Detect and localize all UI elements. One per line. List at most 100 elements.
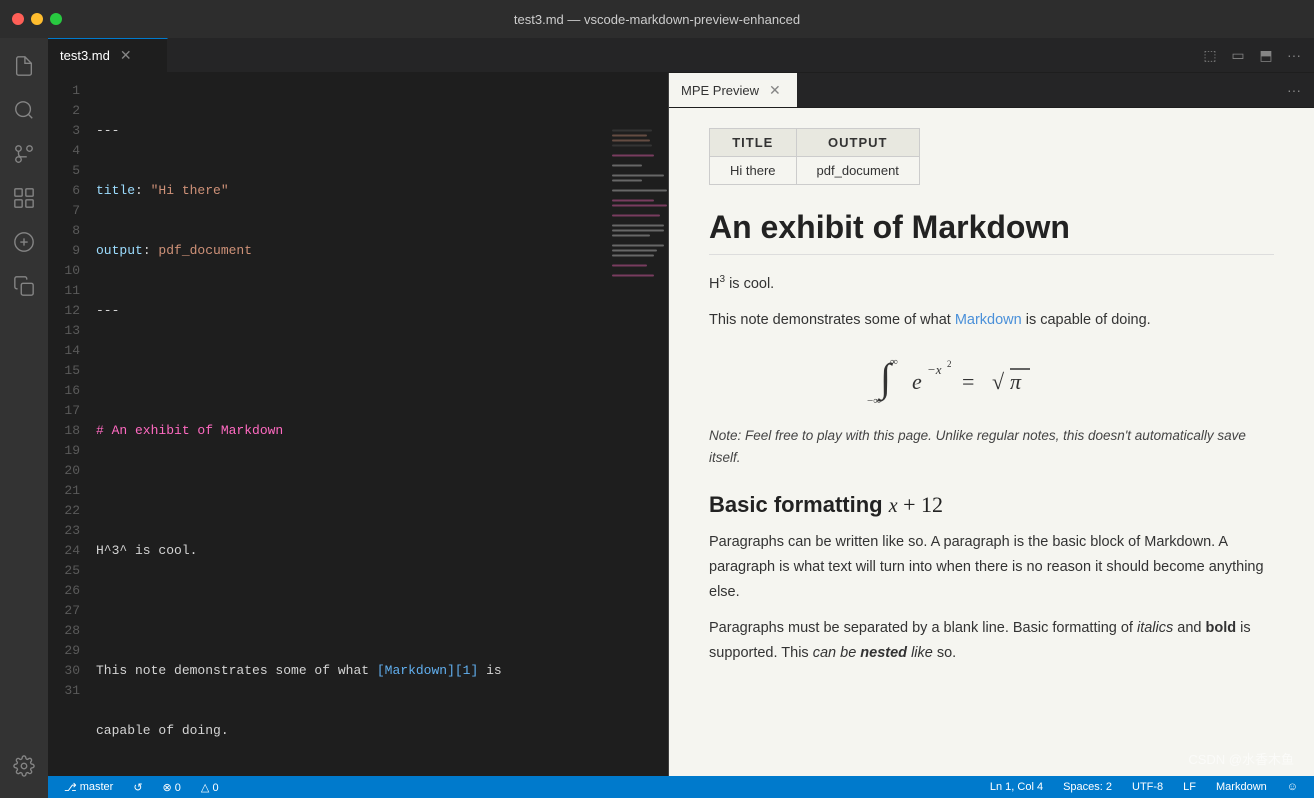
code-line: --- [88,121,608,141]
branch-status[interactable]: ⎇ master [60,781,117,794]
files-icon[interactable] [4,46,44,86]
preview-para2-bold: bold [1206,620,1237,636]
errors-status[interactable]: ⊗ 0 [159,781,185,794]
remote-icon[interactable] [4,222,44,262]
tab-actions: ⬚ ▭ ⬒ ··· [1198,38,1314,72]
code-line: output: pdf_document [88,241,608,261]
preview-h2-plus: + 12 [898,492,943,517]
traffic-lights [12,13,62,25]
encoding-text: UTF-8 [1132,781,1163,793]
encoding-status[interactable]: UTF-8 [1128,781,1167,793]
minimap [608,73,668,776]
preview-more-actions[interactable]: ··· [1282,78,1306,102]
tab-label: test3.md [60,48,110,63]
minimize-button[interactable] [31,13,43,25]
code-line: --- [88,301,608,321]
svg-text:π: π [1010,369,1022,394]
code-line [88,481,608,501]
preview-tab[interactable]: MPE Preview ✕ [669,73,797,107]
preview-h3-text: H [709,276,719,292]
preview-heading2: Basic formatting x + 12 [709,492,1274,518]
content-panels: 12345 678910 1112131415 1617181920 21222… [48,73,1314,776]
code-line: # An exhibit of Markdown [88,421,608,441]
titlebar: test3.md — vscode-markdown-preview-enhan… [0,0,1314,38]
preview-para2-pre: Paragraphs must be separated by a blank … [709,620,1137,636]
preview-panel: MPE Preview ✕ ··· TITLE OUTPUT [668,73,1314,776]
preview-para1: Paragraphs can be written like so. A par… [709,530,1274,604]
preview-h2-text: Basic formatting [709,492,889,517]
language-text: Markdown [1216,781,1267,793]
search-icon[interactable] [4,90,44,130]
code-line: H^3^ is cool. [88,541,608,561]
editor-panel[interactable]: 12345 678910 1112131415 1617181920 21222… [48,73,668,776]
svg-text:−x: −x [927,362,942,377]
code-line [88,361,608,381]
preview-para2-nested-bold: nested [860,645,907,661]
git-branch-icon: ⎇ [64,781,77,794]
maximize-button[interactable] [50,13,62,25]
more-actions-button[interactable]: ··· [1282,43,1306,67]
svg-text:e: e [912,369,922,394]
copy-icon[interactable] [4,266,44,306]
code-content[interactable]: --- title: "Hi there" output: pdf_docume… [88,73,608,776]
yaml-header-output: OUTPUT [796,129,919,157]
editor-area: test3.md ✕ ⬚ ▭ ⬒ ··· 12345 678910 111213… [48,38,1314,798]
preview-h2-math: x [889,495,898,517]
toggle-sidebar-button[interactable]: ▭ [1226,43,1250,67]
main-layout: test3.md ✕ ⬚ ▭ ⬒ ··· 12345 678910 111213… [0,38,1314,798]
ln-col-status[interactable]: Ln 1, Col 4 [986,781,1047,793]
warnings-text: △ 0 [201,781,219,794]
svg-text:√: √ [992,369,1005,394]
window-title: test3.md — vscode-markdown-preview-enhan… [514,12,800,27]
preview-para2-so: so. [933,645,956,661]
yaml-header-title: TITLE [710,129,797,157]
svg-text:−∞: −∞ [867,395,881,407]
preview-h3-rest: is cool. [725,276,774,292]
tab-bar: test3.md ✕ ⬚ ▭ ⬒ ··· [48,38,1314,73]
preview-note: Note: Feel free to play with this page. … [709,425,1274,468]
preview-markdown-link[interactable]: Markdown [955,312,1022,328]
split-editor-button[interactable]: ⬒ [1254,43,1278,67]
close-button[interactable] [12,13,24,25]
preview-link-para: This note demonstrates some of what Mark… [709,308,1274,333]
editor-content: 12345 678910 1112131415 1617181920 21222… [48,73,668,776]
preview-tab-close[interactable]: ✕ [765,80,785,101]
preview-para2-end: like [907,645,933,661]
yaml-row: Hi there pdf_document [710,157,920,185]
preview-para2: Paragraphs must be separated by a blank … [709,616,1274,665]
branch-name: master [80,781,114,793]
warnings-status[interactable]: △ 0 [197,781,223,794]
smiley-icon: ☺ [1287,781,1298,793]
yaml-cell-output: pdf_document [796,157,919,185]
source-control-icon[interactable] [4,134,44,174]
preview-para2-italic2: can be nested like [813,645,933,661]
svg-text:=: = [962,369,974,394]
tab-close-button[interactable]: ✕ [116,45,136,66]
preview-para2-mid: and [1173,620,1205,636]
activity-bar-bottom [4,746,44,798]
code-line [88,601,608,621]
code-line: title: "Hi there" [88,181,608,201]
svg-text:∞: ∞ [890,356,898,368]
spaces-status[interactable]: Spaces: 2 [1059,781,1116,793]
preview-math: ∫ −∞ ∞ e −x 2 = [709,349,1274,409]
editor-tab[interactable]: test3.md ✕ [48,38,168,72]
status-bar: ⎇ master ↺ ⊗ 0 △ 0 Ln 1, Col 4 Spaces: 2 [48,776,1314,798]
preview-p1-post: is capable of doing. [1022,312,1151,328]
settings-icon[interactable] [4,746,44,786]
split-right-button[interactable]: ⬚ [1198,43,1222,67]
language-status[interactable]: Markdown [1212,781,1271,793]
preview-para2-italic: italics [1137,620,1173,636]
preview-p1-pre: This note demonstrates some of what [709,312,955,328]
eol-status[interactable]: LF [1179,781,1200,793]
preview-content: TITLE OUTPUT Hi there pdf_document [669,108,1314,776]
preview-superscript-para: H3 is cool. [709,271,1274,296]
smiley-status[interactable]: ☺ [1283,781,1302,793]
spaces-text: Spaces: 2 [1063,781,1112,793]
code-line: This note demonstrates some of what [Mar… [88,661,608,681]
extensions-icon[interactable] [4,178,44,218]
preview-tab-bar: MPE Preview ✕ ··· [669,73,1314,108]
sync-status[interactable]: ↺ [129,781,146,794]
svg-text:2: 2 [947,359,952,369]
ln-col-text: Ln 1, Col 4 [990,781,1043,793]
